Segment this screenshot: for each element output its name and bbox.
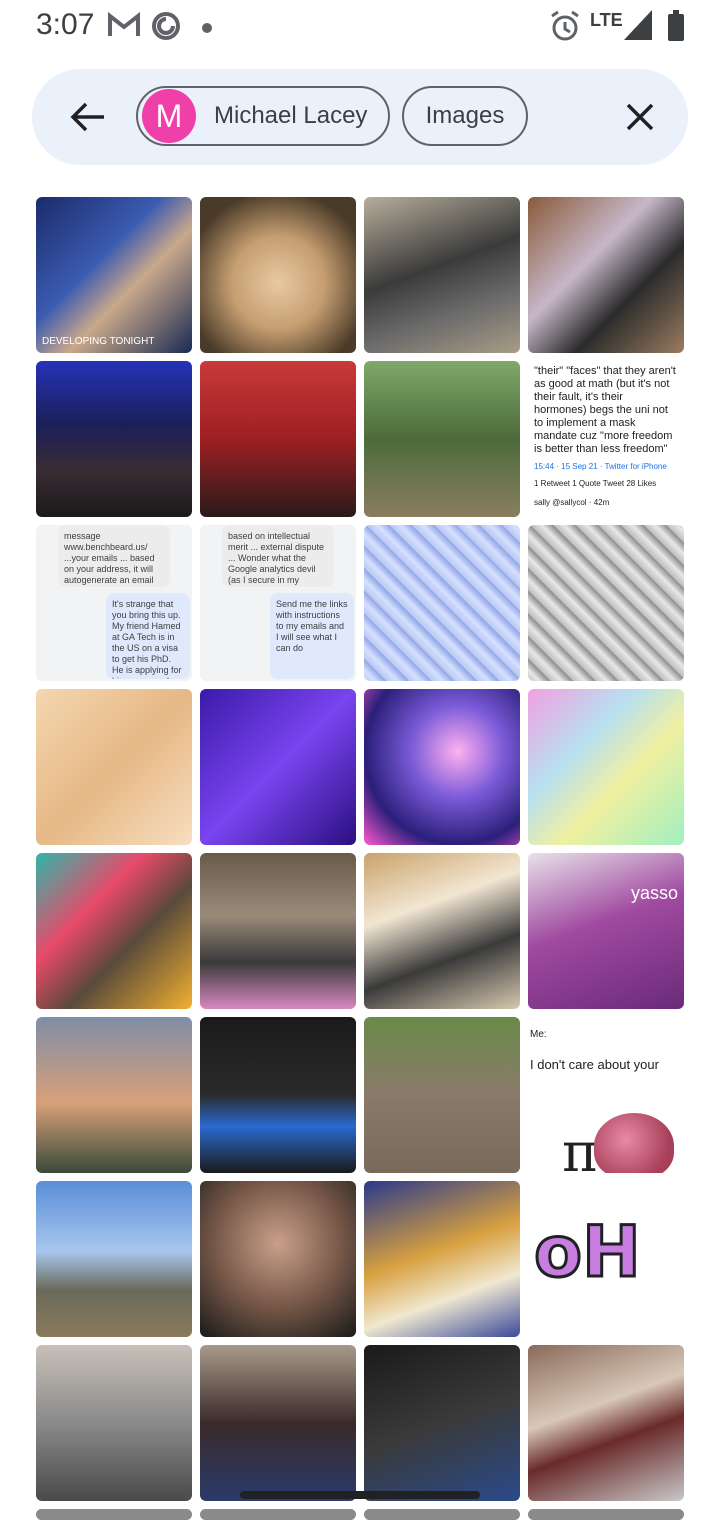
chat-bubble-sent: It's strange that you bring this up. My … [106, 593, 190, 679]
photo-caption: DEVELOPING TONIGHT [42, 336, 155, 347]
tweet-meta: 15:44 · 15 Sep 21 · Twitter for iPhone [534, 462, 667, 471]
photo-tile[interactable] [36, 689, 192, 845]
meme-text: I don't care about your [530, 1057, 659, 1072]
chat-bubble-sent: Send me the links with instructions to m… [270, 593, 354, 679]
photo-tile[interactable] [364, 525, 520, 681]
photo-tile[interactable] [364, 689, 520, 845]
photo-tile[interactable]: oH [528, 1181, 684, 1337]
photo-tile[interactable] [200, 1345, 356, 1501]
photo-tile[interactable] [364, 1345, 520, 1501]
photo-tile[interactable] [200, 197, 356, 353]
gesture-bar[interactable] [240, 1491, 480, 1499]
photo-tile[interactable] [364, 197, 520, 353]
photo-tile[interactable] [36, 1509, 192, 1520]
photo-caption: yasso [630, 883, 678, 903]
photo-tile[interactable] [200, 1181, 356, 1337]
chat-bubble-received: message www.benchbeard.us/ ...your email… [58, 525, 170, 587]
photo-tile[interactable] [36, 361, 192, 517]
photo-tile[interactable] [528, 1345, 684, 1501]
photo-tile[interactable] [200, 1509, 356, 1520]
photo-tile[interactable] [200, 689, 356, 845]
photo-tile[interactable] [36, 853, 192, 1009]
photo-tile[interactable] [364, 1181, 520, 1337]
photo-tile[interactable] [364, 853, 520, 1009]
photo-tile[interactable] [36, 1345, 192, 1501]
photo-tile[interactable] [364, 1509, 520, 1520]
photo-tile[interactable] [200, 1017, 356, 1173]
photo-tile[interactable] [200, 361, 356, 517]
chat-bubble-received: based on intellectual merit ... external… [222, 525, 334, 587]
tweet-handle: sally @sallycol · 42m [534, 498, 610, 507]
tweet-stats: 1 Retweet 1 Quote Tweet 28 Likes [534, 479, 657, 488]
photo-tile[interactable] [528, 525, 684, 681]
photo-tile[interactable] [364, 361, 520, 517]
photo-overlay-text: oH [533, 1210, 643, 1295]
photo-tile[interactable]: "their" "faces" that they aren't as good… [528, 361, 684, 517]
photo-tile[interactable]: message www.benchbeard.us/ ...your email… [36, 525, 192, 681]
photo-tile[interactable] [364, 1017, 520, 1173]
onion-image [594, 1113, 674, 1173]
meme-pi-symbol: π [562, 1121, 598, 1173]
tweet-text: "their" "faces" that they aren't as good… [534, 365, 676, 455]
photo-tile[interactable] [528, 197, 684, 353]
photo-grid: DEVELOPING TONIGHT "their" "faces" that t… [0, 0, 720, 1520]
photo-tile[interactable]: Me: I don't care about your π [528, 1017, 684, 1173]
photo-tile[interactable] [36, 1181, 192, 1337]
photo-tile[interactable] [200, 853, 356, 1009]
photo-tile[interactable]: yasso [528, 853, 684, 1009]
photo-tile[interactable]: DEVELOPING TONIGHT [36, 197, 192, 353]
photo-tile[interactable] [528, 1509, 684, 1520]
meme-label: Me: [530, 1029, 547, 1040]
photo-tile[interactable] [528, 689, 684, 845]
photo-tile[interactable] [36, 1017, 192, 1173]
photo-tile[interactable]: based on intellectual merit ... external… [200, 525, 356, 681]
